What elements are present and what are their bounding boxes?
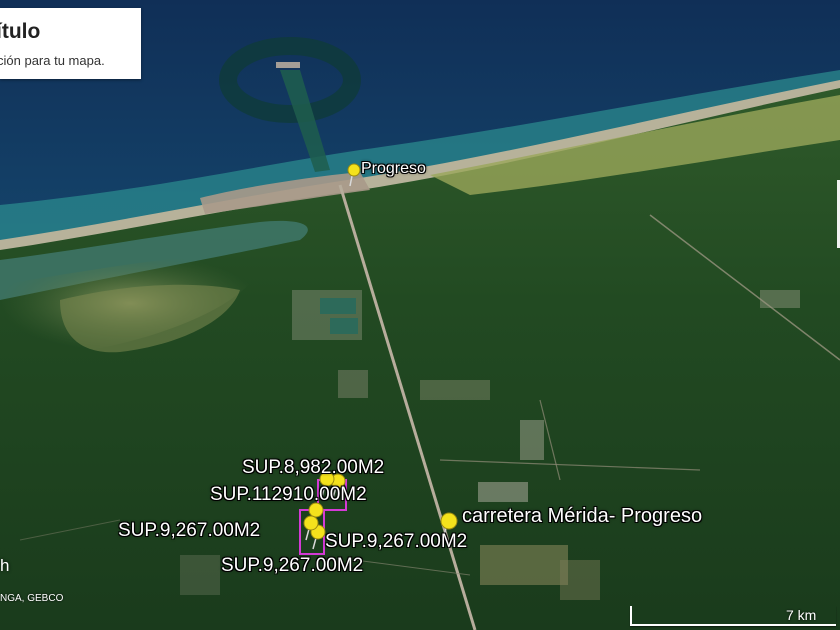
placemark-label-sup-9267-b[interactable]: SUP.9,267.00M2 — [325, 532, 467, 551]
map-view[interactable]: ítulo ción para tu mapa. Progreso SUP.8,… — [0, 0, 840, 630]
placemark-label-sup-8982[interactable]: SUP.8,982.00M2 — [242, 458, 384, 477]
placemark-label-progreso[interactable]: Progreso — [361, 161, 426, 177]
map-title: ítulo — [0, 20, 41, 43]
placemark-label-sup-9267-a[interactable]: SUP.9,267.00M2 — [118, 521, 260, 540]
placemark-label-sup-112910[interactable]: SUP.112910.00M2 — [210, 485, 367, 504]
map-info-card[interactable]: ítulo ción para tu mapa. — [0, 8, 141, 79]
imagery-attribution: NGA, GEBCO — [0, 593, 64, 604]
placemark-label-carretera[interactable]: carretera Mérida- Progreso — [462, 506, 702, 526]
placemark-label-sup-9267-c[interactable]: SUP.9,267.00M2 — [221, 556, 363, 575]
scale-label: 7 km — [786, 607, 817, 623]
map-description: ción para tu mapa. — [0, 53, 105, 68]
edge-letter: h — [0, 556, 10, 575]
